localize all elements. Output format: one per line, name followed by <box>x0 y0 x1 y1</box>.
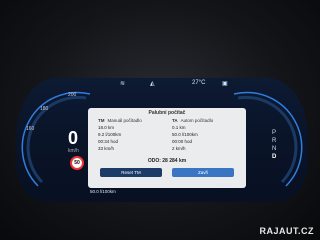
bottom-distance: 0.1 km <box>90 182 104 187</box>
scale-label: 160 <box>26 126 35 132</box>
auto-trip-header: TA Autom počítadlo <box>172 118 246 125</box>
traction-icon: ◭ <box>150 81 155 87</box>
manual-distance: 18.0 km <box>98 125 115 130</box>
manual-trip-column: TM Manuál počítadlo 18.0 km 9.2 l/100km 0… <box>98 118 172 153</box>
headlight-icon: ≋ <box>120 81 126 87</box>
gear-n: N <box>272 146 277 152</box>
auto-avg-speed: 2 km/h <box>172 146 186 151</box>
range-value: 810 km <box>216 182 231 187</box>
gear-d: D <box>272 154 277 160</box>
outside-temperature: 27°C <box>192 80 206 86</box>
auto-consumption: 50.0 l/100km <box>172 132 198 137</box>
manual-trip-header: TM Manuál počítadlo <box>98 118 172 125</box>
reset-trip-button[interactable]: Reset TM <box>100 168 162 177</box>
odometer: ODO: 28 284 km <box>147 158 187 164</box>
manual-trip-label: Manuál počítadlo <box>107 118 142 123</box>
manual-avg-speed: 33 km/h <box>98 146 115 151</box>
panel-title: Palubní počítač <box>148 110 186 116</box>
bottom-consumption: 50.0 l/100km <box>90 189 116 194</box>
watermark: RAJAUT.CZ <box>259 226 314 236</box>
auto-trip-label: Autom počítadlo <box>180 118 214 123</box>
auto-time: 00:00 hod <box>172 139 193 144</box>
scale-label: 180 <box>40 106 49 112</box>
speed-unit: km/h <box>68 148 79 154</box>
gear-r: R <box>272 138 277 144</box>
speed-value: 0 <box>68 128 79 148</box>
instrument-cluster-screen: ≋ ◭ 27°C ▣ 200 180 160 0 km/h 50 P R N D… <box>16 78 308 202</box>
auto-trip-column: TA Autom počítadlo 0.1 km 50.0 l/100km 00… <box>172 118 246 153</box>
manual-time: 00:34 hod <box>98 139 119 144</box>
trip-computer-panel: Palubní počítač TM Manuál počítadlo 18.0 … <box>88 108 246 188</box>
gear-p: P <box>272 130 277 136</box>
manual-trip-code: TM <box>98 118 105 123</box>
manual-consumption: 9.2 l/100km <box>98 132 122 137</box>
scale-label: 200 <box>68 92 77 98</box>
speed-limit-sign: 50 <box>70 156 84 170</box>
auto-distance: 0.1 km <box>172 125 186 130</box>
auto-trip-code: TA <box>172 118 178 123</box>
close-button[interactable]: Zavři <box>172 168 234 177</box>
